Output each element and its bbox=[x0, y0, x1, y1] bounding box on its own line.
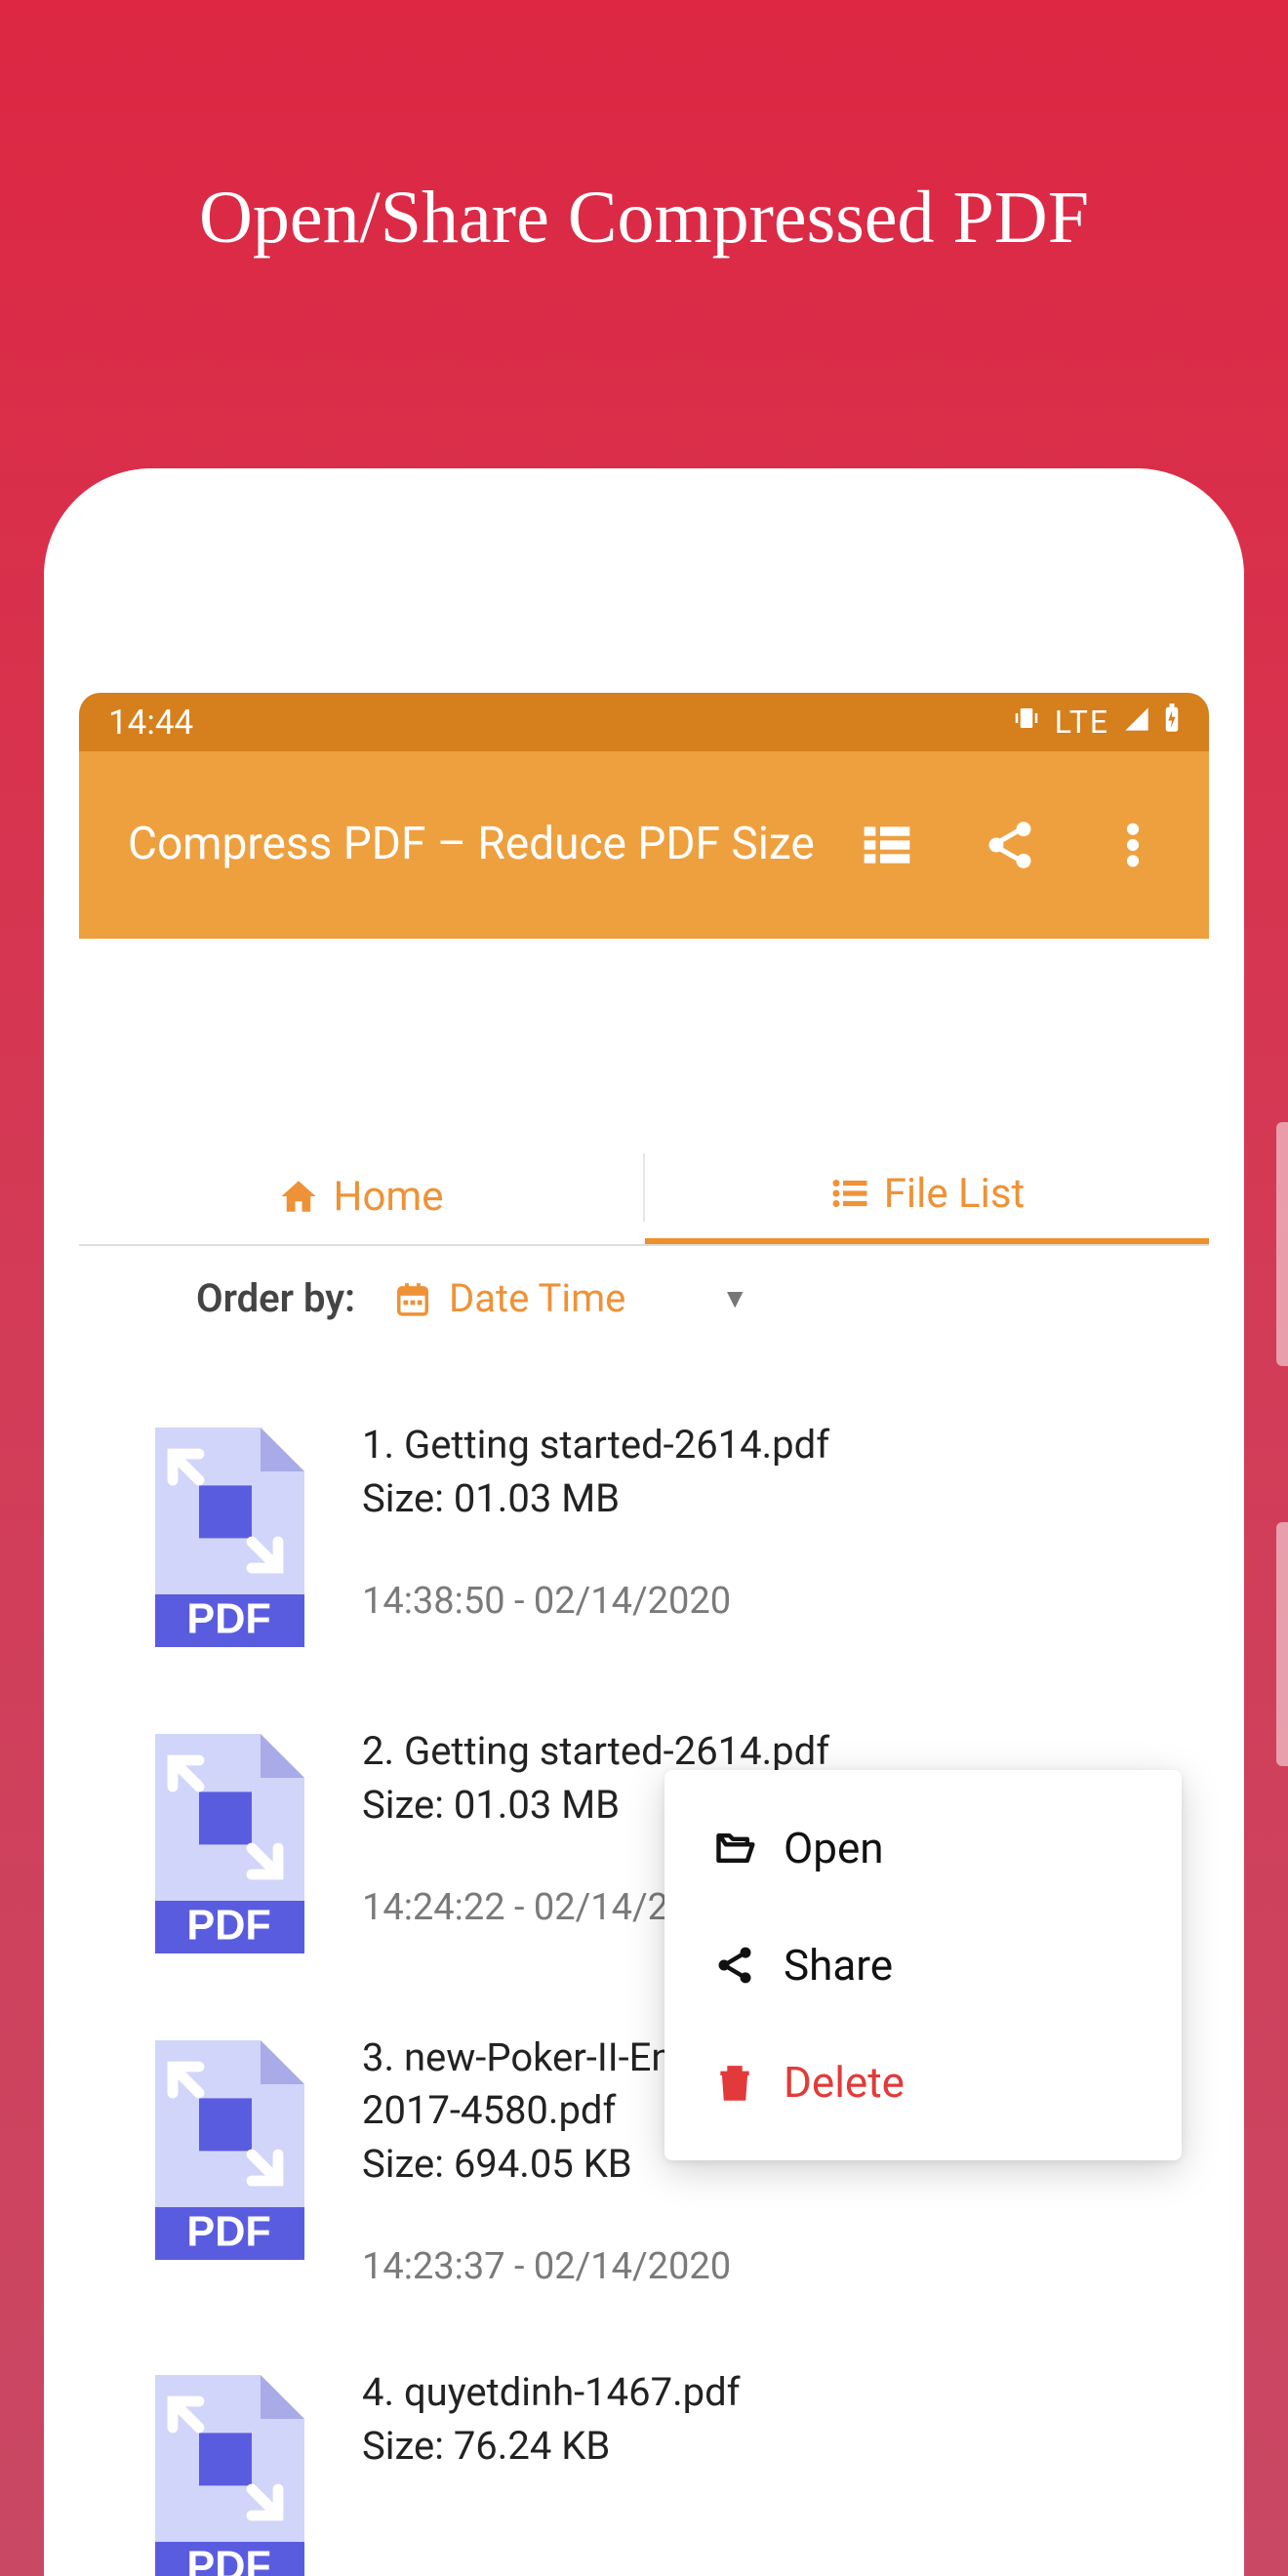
file-title: 4. quyetdinh-1467.pdf bbox=[362, 2366, 1170, 2419]
battery-icon bbox=[1164, 704, 1180, 741]
pdf-file-icon: PDF bbox=[138, 1419, 313, 1647]
file-time: 14:23:37 - 02/14/2020 bbox=[362, 2245, 1170, 2288]
pdf-file-icon: PDF bbox=[138, 2366, 313, 2576]
list-icon bbox=[829, 1173, 870, 1214]
status-bar: 14:44 LTE bbox=[79, 693, 1209, 751]
pdf-file-icon: PDF bbox=[138, 1725, 313, 1953]
file-size: Size: 01.03 MB bbox=[362, 1475, 1170, 1521]
menu-open-label: Open bbox=[784, 1823, 884, 1873]
status-time: 14:44 bbox=[108, 703, 193, 743]
menu-open[interactable]: Open bbox=[664, 1790, 1182, 1907]
app-title: Compress PDF – Reduce PDF Size bbox=[128, 817, 840, 873]
vibrate-icon bbox=[1012, 704, 1041, 741]
share-icon[interactable] bbox=[983, 818, 1037, 872]
svg-text:PDF: PDF bbox=[186, 2209, 270, 2256]
tab-file-list[interactable]: File List bbox=[645, 1148, 1209, 1244]
order-select[interactable]: Date Time ▼ bbox=[394, 1275, 748, 1321]
edge-handle bbox=[1276, 1122, 1288, 1366]
share-icon bbox=[713, 1944, 756, 1987]
phone-frame: 14:44 LTE Compress PDF – Reduce PDF Size bbox=[44, 468, 1244, 2576]
order-value: Date Time bbox=[449, 1275, 625, 1321]
pdf-file-icon: PDF bbox=[138, 2032, 313, 2260]
tabs: Home File List bbox=[79, 1148, 1209, 1246]
menu-delete-label: Delete bbox=[784, 2057, 905, 2108]
tab-home-label: Home bbox=[333, 1173, 443, 1221]
file-time: 14:38:50 - 02/14/2020 bbox=[362, 1580, 1170, 1623]
order-bar: Order by: Date Time ▼ bbox=[79, 1246, 1209, 1350]
svg-text:PDF: PDF bbox=[186, 1596, 270, 1643]
folder-open-icon bbox=[713, 1827, 756, 1870]
network-label: LTE bbox=[1055, 704, 1109, 741]
home-icon bbox=[278, 1176, 319, 1217]
list-item[interactable]: PDF 1. Getting started-2614.pdf Size: 01… bbox=[79, 1380, 1209, 1686]
dropdown-caret-icon: ▼ bbox=[721, 1282, 748, 1314]
context-menu: Open Share Delete bbox=[664, 1770, 1182, 2160]
menu-share[interactable]: Share bbox=[664, 1907, 1182, 2024]
more-icon[interactable] bbox=[1106, 818, 1160, 872]
svg-text:PDF: PDF bbox=[186, 2544, 270, 2576]
trash-icon bbox=[713, 2061, 756, 2104]
screen: 14:44 LTE Compress PDF – Reduce PDF Size bbox=[79, 693, 1209, 2576]
app-bar: Compress PDF – Reduce PDF Size bbox=[79, 751, 1209, 939]
appbar-actions bbox=[860, 818, 1160, 872]
promo-title: Open/Share Compressed PDF bbox=[0, 0, 1288, 261]
tab-home[interactable]: Home bbox=[79, 1148, 643, 1244]
menu-delete[interactable]: Delete bbox=[664, 2024, 1182, 2141]
status-indicators: LTE bbox=[1012, 704, 1180, 741]
svg-text:PDF: PDF bbox=[186, 1903, 270, 1950]
tab-file-list-label: File List bbox=[884, 1170, 1026, 1218]
edge-handle bbox=[1276, 1522, 1288, 1766]
list-item[interactable]: PDF 4. quyetdinh-1467.pdf Size: 76.24 KB bbox=[79, 2327, 1209, 2576]
list-view-icon[interactable] bbox=[860, 818, 914, 872]
menu-share-label: Share bbox=[784, 1940, 893, 1991]
signal-icon bbox=[1123, 704, 1150, 741]
file-size: Size: 76.24 KB bbox=[362, 2423, 1170, 2469]
file-title: 1. Getting started-2614.pdf bbox=[362, 1419, 1170, 1471]
calendar-icon bbox=[394, 1280, 431, 1317]
order-label: Order by: bbox=[196, 1275, 355, 1321]
